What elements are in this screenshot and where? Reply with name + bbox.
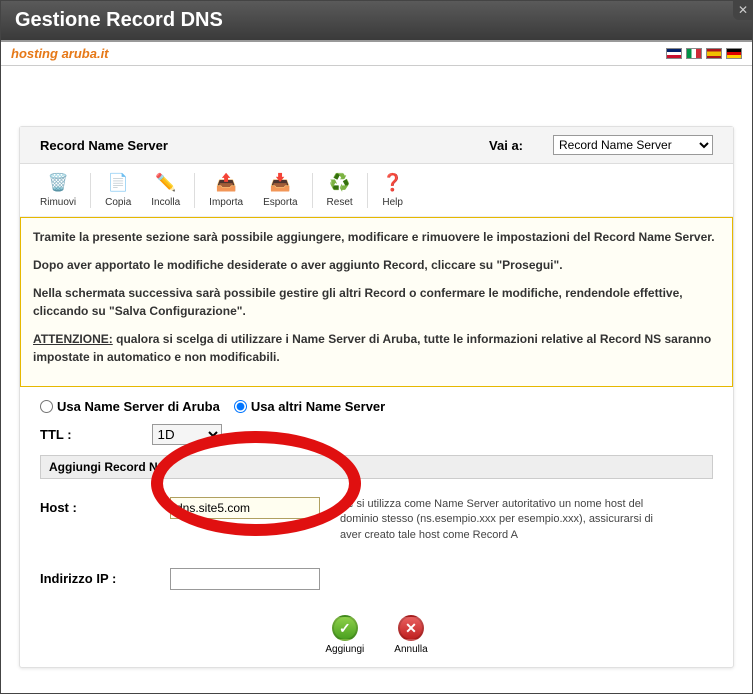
cancel-icon: ✕ [398,615,424,641]
export-icon: 📥 [269,172,291,194]
radio-other[interactable]: Usa altri Name Server [234,399,385,414]
ip-label: Indirizzo IP : [40,568,150,586]
ttl-select[interactable]: 1D [152,424,222,445]
help-button[interactable]: ❓ Help [372,168,414,212]
language-flags [666,48,742,59]
import-button[interactable]: 📤 Importa [199,168,253,212]
host-row: Host : Se si utilizza come Name Server a… [40,497,713,543]
info-box: Tramite la presente sezione sarà possibi… [20,217,733,387]
separator [90,173,91,208]
flag-de-icon[interactable] [726,48,742,59]
window-title: Gestione Record DNS [15,9,223,31]
paste-icon: ✏️ [155,172,177,194]
flag-it-icon[interactable] [686,48,702,59]
toolbar: 🗑️ Rimuovi 📄 Copia ✏️ Incolla 📤 Importa … [20,164,733,217]
ttl-row: TTL : 1D [40,424,713,445]
form-area: Usa Name Server di Aruba Usa altri Name … [20,387,733,667]
radio-other-input[interactable] [234,400,247,413]
action-row: ✓ Aggiungi ✕ Annulla [40,615,713,655]
separator [367,173,368,208]
remove-button[interactable]: 🗑️ Rimuovi [30,168,86,212]
panel-header: Record Name Server Vai a: Record Name Se… [20,127,733,164]
host-label: Host : [40,497,150,515]
reset-button[interactable]: ♻️ Reset [317,168,363,212]
import-icon: 📤 [215,172,237,194]
separator [312,173,313,208]
window-title-bar: Gestione Record DNS [1,1,752,42]
host-help-text: Se si utilizza come Name Server autorita… [340,497,660,543]
cancel-button[interactable]: ✕ Annulla [394,615,427,655]
panel-title: Record Name Server [40,138,168,153]
brand-logo: hosting aruba.it [11,46,109,61]
help-icon: ❓ [382,172,404,194]
main-panel: Record Name Server Vai a: Record Name Se… [19,126,734,668]
goto-section: Vai a: Record Name Server [489,135,713,155]
separator [194,173,195,208]
flag-es-icon[interactable] [706,48,722,59]
ip-input[interactable] [170,568,320,590]
radio-aruba[interactable]: Usa Name Server di Aruba [40,399,220,414]
close-icon[interactable]: ✕ [733,0,753,20]
paste-button[interactable]: ✏️ Incolla [141,168,190,212]
dialog-window: ✕ Gestione Record DNS hosting aruba.it R… [0,0,753,694]
trash-icon: 🗑️ [47,172,69,194]
add-button[interactable]: ✓ Aggiungi [325,615,364,655]
copy-icon: 📄 [107,172,129,194]
goto-select[interactable]: Record Name Server [553,135,713,155]
ns-radio-group: Usa Name Server di Aruba Usa altri Name … [40,399,713,414]
host-input[interactable] [170,497,320,519]
ttl-label: TTL : [40,427,72,442]
goto-label: Vai a: [489,138,523,153]
copy-button[interactable]: 📄 Copia [95,168,141,212]
flag-en-icon[interactable] [666,48,682,59]
add-record-header: Aggiungi Record NS [40,455,713,479]
export-button[interactable]: 📥 Esporta [253,168,307,212]
check-icon: ✓ [332,615,358,641]
ip-row: Indirizzo IP : [40,568,713,590]
reset-icon: ♻️ [329,172,351,194]
radio-aruba-input[interactable] [40,400,53,413]
branding-bar: hosting aruba.it [1,42,752,66]
